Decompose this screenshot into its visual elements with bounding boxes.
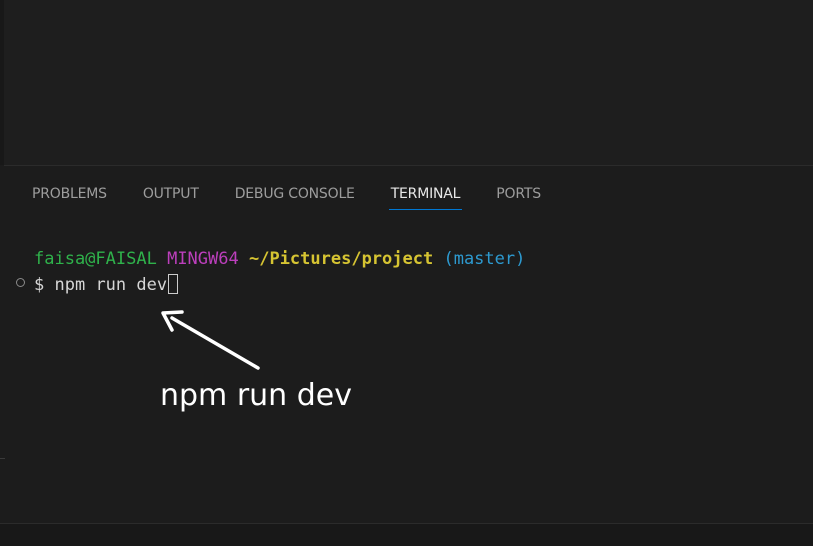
terminal-path: ~/Pictures/project — [248, 249, 434, 269]
command-decoration-icon[interactable] — [16, 278, 25, 287]
tab-problems[interactable]: PROBLEMS — [30, 178, 109, 210]
activity-bar-edge — [0, 0, 4, 165]
status-bar — [0, 524, 813, 546]
tab-ports[interactable]: PORTS — [494, 178, 543, 210]
tab-debug-console[interactable]: DEBUG CONSOLE — [233, 178, 357, 210]
terminal-prompt-symbol: $ — [34, 275, 45, 295]
terminal-branch: (master) — [443, 249, 526, 269]
terminal-system: MINGW64 — [167, 249, 239, 269]
panel-tabs: PROBLEMS OUTPUT DEBUG CONSOLE TERMINAL P… — [30, 178, 575, 210]
sash-marker — [0, 458, 5, 459]
terminal-cursor — [168, 274, 179, 294]
tab-terminal[interactable]: TERMINAL — [388, 178, 463, 210]
terminal-output[interactable]: faisa@FAISAL MINGW64 ~/Pictures/project … — [34, 246, 525, 298]
terminal-user-host: faisa@FAISAL — [34, 249, 157, 269]
bottom-panel — [4, 166, 813, 524]
editor-area[interactable] — [0, 0, 813, 165]
tab-output[interactable]: OUTPUT — [141, 178, 201, 210]
vscode-window: PROBLEMS OUTPUT DEBUG CONSOLE TERMINAL P… — [0, 0, 813, 546]
terminal-command: npm run dev — [54, 275, 168, 295]
annotation-label: npm run dev — [160, 378, 352, 413]
